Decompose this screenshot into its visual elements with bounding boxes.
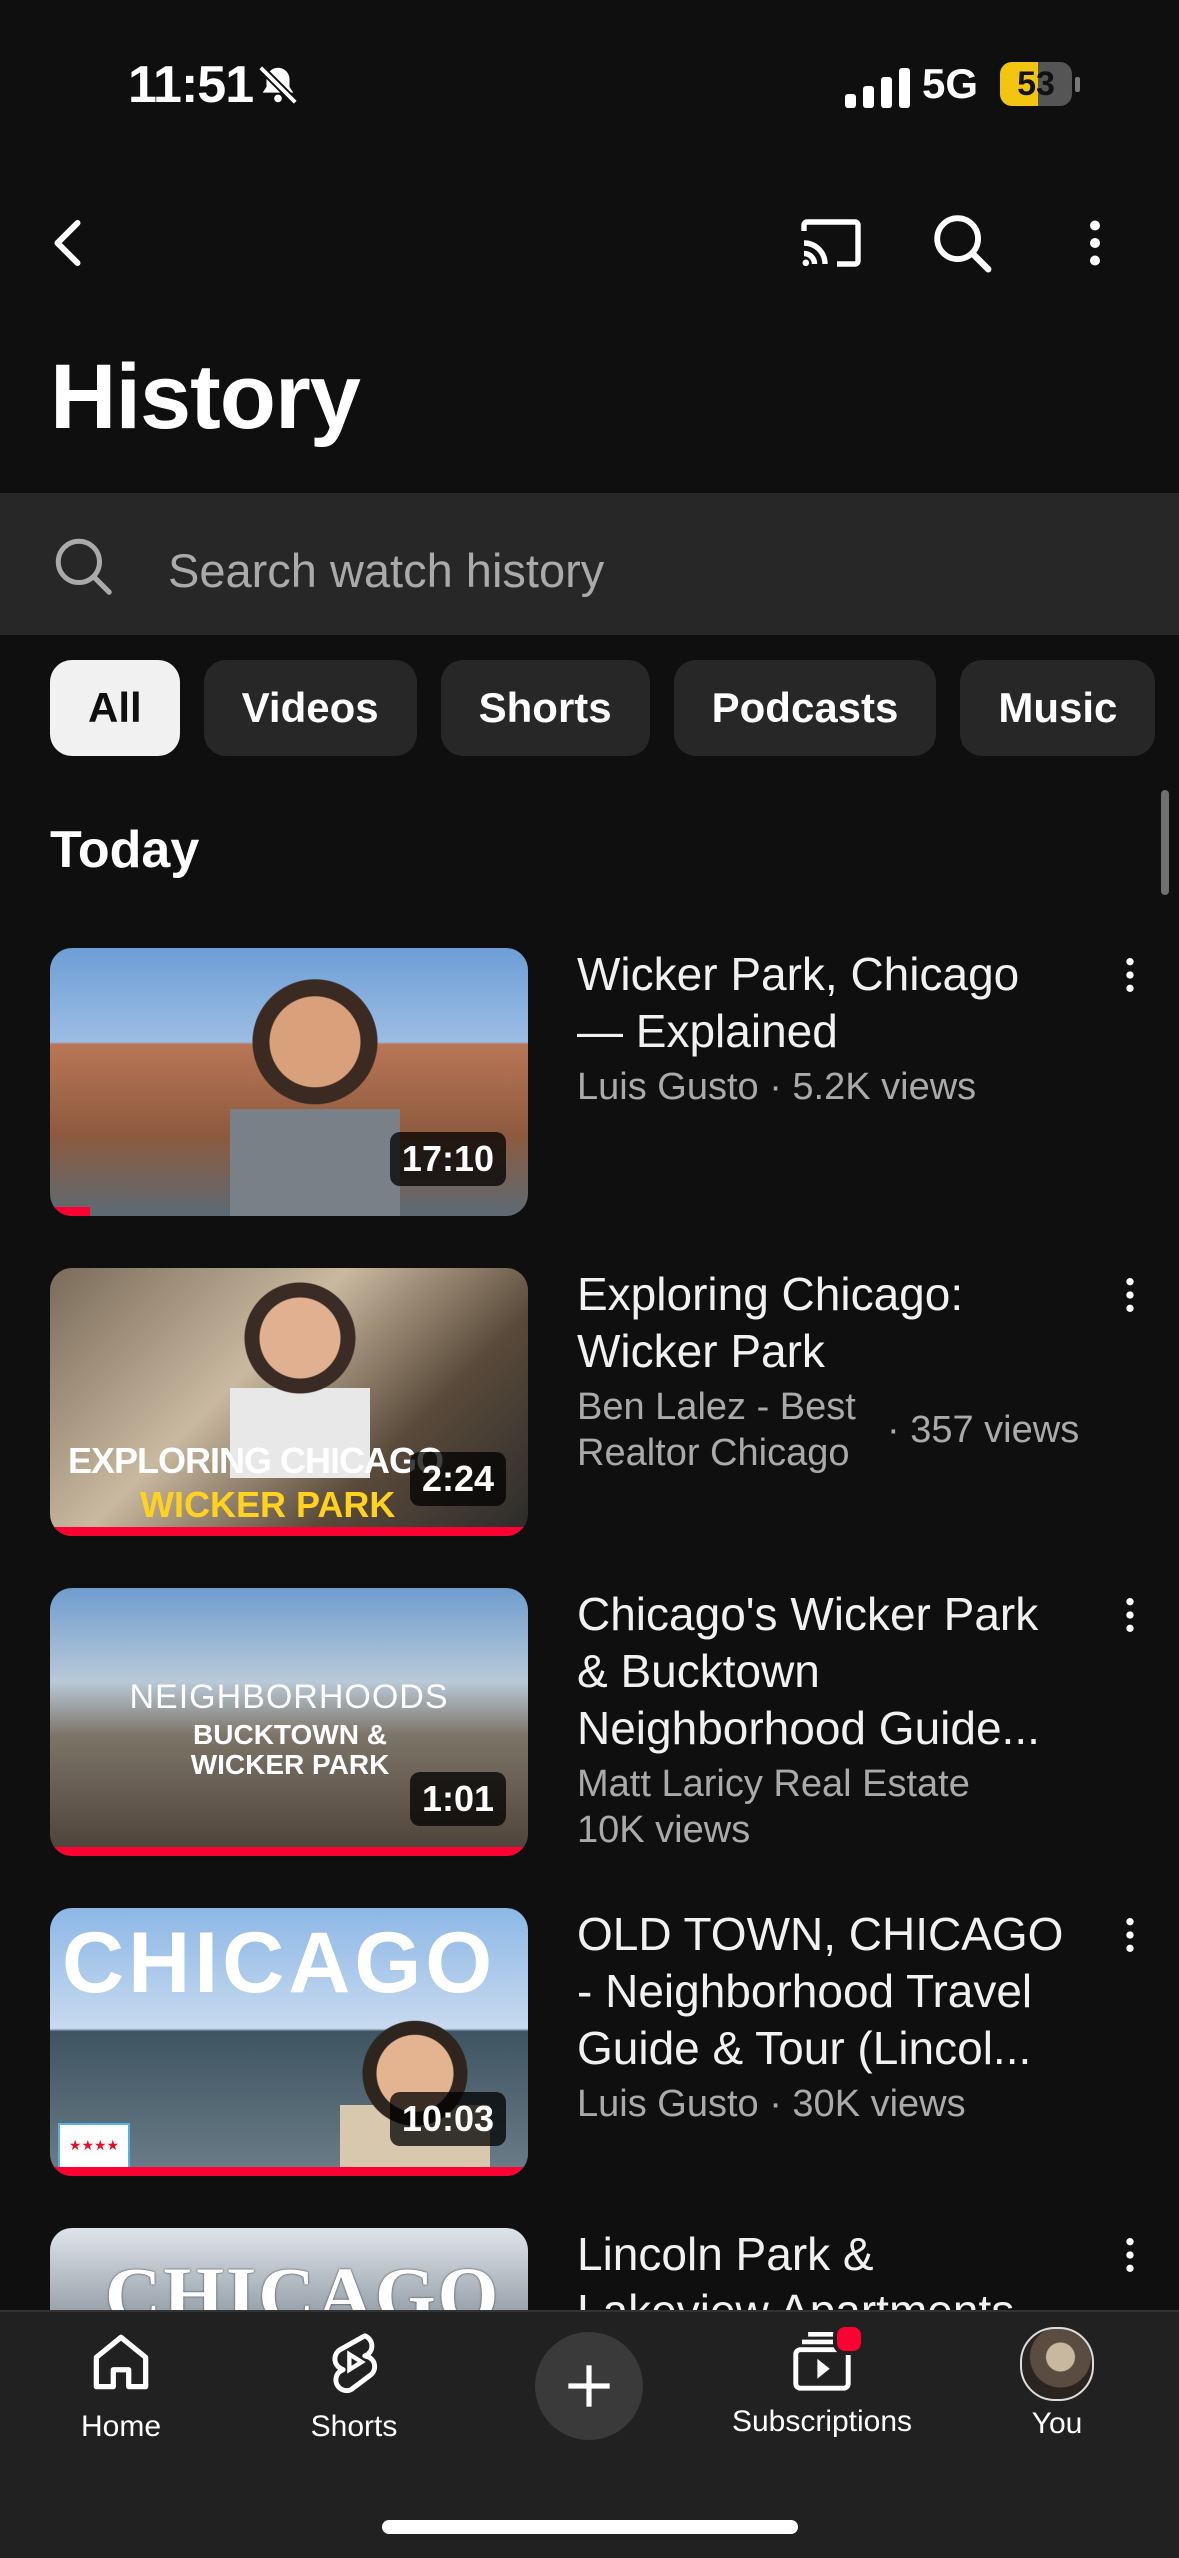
home-indicator[interactable] bbox=[382, 2520, 798, 2534]
video-info[interactable]: Exploring Chicago: Wicker Park Ben Lalez… bbox=[577, 1266, 1097, 1476]
battery-cap bbox=[1075, 77, 1080, 92]
kebab-icon bbox=[1126, 1918, 1134, 1952]
back-button[interactable] bbox=[25, 198, 115, 288]
home-icon bbox=[93, 2334, 149, 2390]
search-icon bbox=[50, 533, 116, 604]
nav-subscriptions-label: Subscriptions bbox=[731, 2405, 913, 2438]
video-title-line: & Bucktown bbox=[577, 1645, 820, 1697]
filter-chips: All Videos Shorts Podcasts Music bbox=[50, 660, 1156, 756]
battery-icon: 53 bbox=[1000, 62, 1072, 106]
video-thumbnail[interactable]: EXPLORING CHICAGO WICKER PARK 2:24 bbox=[50, 1268, 528, 1536]
chip-all[interactable]: All bbox=[50, 660, 180, 756]
create-button[interactable] bbox=[535, 2332, 643, 2440]
video-title-line: OLD TOWN, CHICAGO bbox=[577, 1908, 1064, 1960]
plus-icon bbox=[568, 2365, 610, 2407]
video-thumbnail[interactable]: 17:10 bbox=[50, 948, 528, 1216]
video-thumbnail[interactable]: CHICAGO bbox=[50, 2228, 528, 2310]
signal-icon bbox=[845, 66, 910, 108]
video-meta: Luis Gusto · 30K views bbox=[577, 2083, 966, 2125]
scroll-indicator[interactable] bbox=[1161, 790, 1169, 895]
nav-shorts-label: Shorts bbox=[310, 2410, 398, 2443]
video-title-line: Lincoln Park & bbox=[577, 2228, 874, 2280]
section-heading-today: Today bbox=[50, 821, 200, 879]
watch-progress-bar bbox=[50, 1527, 528, 1536]
video-meta: Luis Gusto · 5.2K views bbox=[577, 1066, 977, 1108]
nav-you-label: You bbox=[1031, 2407, 1083, 2440]
chicago-flag-icon: ★★★★ bbox=[58, 2123, 130, 2169]
watch-progress-bar bbox=[50, 1847, 528, 1856]
video-menu-button[interactable] bbox=[1105, 1913, 1155, 1973]
bell-muted-icon bbox=[255, 62, 301, 113]
thumbnail-text: NEIGHBORHOODS bbox=[129, 1678, 449, 1716]
video-duration: 10:03 bbox=[389, 2092, 506, 2146]
cast-button[interactable] bbox=[786, 198, 876, 288]
video-menu-button[interactable] bbox=[1105, 2233, 1155, 2293]
video-meta: Ben Lalez - Best Realtor Chicago · 357 v… bbox=[577, 1384, 1097, 1476]
channel-line: Realtor Chicago bbox=[577, 1432, 850, 1474]
watch-progress-bar bbox=[50, 2167, 528, 2176]
video-title-line: Exploring Chicago: bbox=[577, 1268, 964, 1320]
video-channel: Matt Laricy Real Estate bbox=[577, 1763, 970, 1805]
back-arrow-icon bbox=[54, 220, 81, 266]
thumbnail-text: CHICAGO bbox=[62, 1915, 497, 2011]
kebab-icon bbox=[1126, 1598, 1134, 1632]
chip-videos[interactable]: Videos bbox=[203, 660, 417, 756]
kebab-icon bbox=[1126, 1278, 1134, 1312]
video-views: 10K views bbox=[577, 1809, 751, 1851]
video-title-line: — Explained bbox=[577, 1005, 838, 1057]
video-duration: 1:01 bbox=[409, 1772, 506, 1826]
video-title-line: Chicago's Wicker Park bbox=[577, 1588, 1039, 1640]
nav-subscriptions[interactable]: Subscriptions bbox=[722, 2323, 922, 2439]
search-input[interactable]: Search watch history bbox=[168, 543, 604, 598]
nav-shorts[interactable]: Shorts bbox=[254, 2325, 454, 2444]
kebab-icon bbox=[1090, 220, 1100, 266]
video-thumbnail[interactable]: NEIGHBORHOODS BUCKTOWN & WICKER PARK 1:0… bbox=[50, 1588, 528, 1856]
thumbnail-text: EXPLORING CHICAGO bbox=[68, 1440, 444, 1481]
shorts-icon bbox=[332, 2333, 378, 2394]
battery-level: 53 bbox=[1017, 65, 1055, 103]
video-title-line: - Neighborhood Travel bbox=[577, 1965, 1033, 2017]
nav-you[interactable]: You bbox=[957, 2325, 1157, 2441]
search-button[interactable] bbox=[917, 198, 1007, 288]
video-title-line: Wicker Park bbox=[577, 1325, 825, 1377]
nav-home-label: Home bbox=[80, 2410, 162, 2443]
nav-home[interactable]: Home bbox=[21, 2325, 221, 2444]
cast-icon bbox=[801, 219, 861, 267]
video-title-line: Guide & Tour (Lincol... bbox=[577, 2022, 1032, 2074]
video-title-line: Neighborhood Guide... bbox=[577, 1702, 1040, 1754]
thumbnail-person bbox=[230, 948, 400, 1216]
kebab-icon bbox=[1126, 2238, 1134, 2272]
video-thumbnail[interactable]: CHICAGO ★★★★ 10:03 bbox=[50, 1908, 528, 2176]
video-info[interactable]: Lincoln Park & Lakeview Apartments bbox=[577, 2226, 1097, 2310]
video-title-line: Wicker Park, Chicago bbox=[577, 948, 1020, 1000]
status-time: 11:51 bbox=[128, 56, 254, 114]
more-options-button[interactable] bbox=[1050, 198, 1140, 288]
video-menu-button[interactable] bbox=[1105, 1273, 1155, 1333]
thumbnail-text: CHICAGO bbox=[105, 2251, 501, 2310]
video-info[interactable]: Chicago's Wicker Park & Bucktown Neighbo… bbox=[577, 1586, 1097, 1853]
thumbnail-subtext: BUCKTOWN & WICKER PARK bbox=[190, 1719, 390, 1780]
kebab-icon bbox=[1126, 958, 1134, 992]
page-title: History bbox=[50, 346, 361, 448]
thumbnail-subtext: WICKER PARK bbox=[140, 1484, 396, 1525]
avatar bbox=[1020, 2327, 1094, 2401]
search-icon bbox=[934, 215, 992, 273]
network-type: 5G bbox=[922, 60, 979, 107]
video-info[interactable]: OLD TOWN, CHICAGO - Neighborhood Travel … bbox=[577, 1906, 1097, 2127]
chip-shorts[interactable]: Shorts bbox=[440, 660, 650, 756]
video-menu-button[interactable] bbox=[1105, 1593, 1155, 1653]
video-title-line: Lakeview Apartments bbox=[577, 2283, 1097, 2310]
video-channel: Ben Lalez - Best Realtor Chicago bbox=[577, 1384, 887, 1476]
video-info[interactable]: Wicker Park, Chicago — Explained Luis Gu… bbox=[577, 946, 1097, 1110]
video-menu-button[interactable] bbox=[1105, 953, 1155, 1013]
video-duration: 17:10 bbox=[389, 1132, 506, 1186]
notification-dot-icon bbox=[833, 2323, 865, 2355]
video-views: · 357 views bbox=[887, 1409, 1080, 1451]
video-duration: 2:24 bbox=[409, 1452, 506, 1506]
chip-podcasts[interactable]: Podcasts bbox=[673, 660, 937, 756]
channel-line: Ben Lalez - Best bbox=[577, 1386, 856, 1428]
chip-music[interactable]: Music bbox=[960, 660, 1156, 756]
watch-progress-bar bbox=[50, 1207, 90, 1216]
